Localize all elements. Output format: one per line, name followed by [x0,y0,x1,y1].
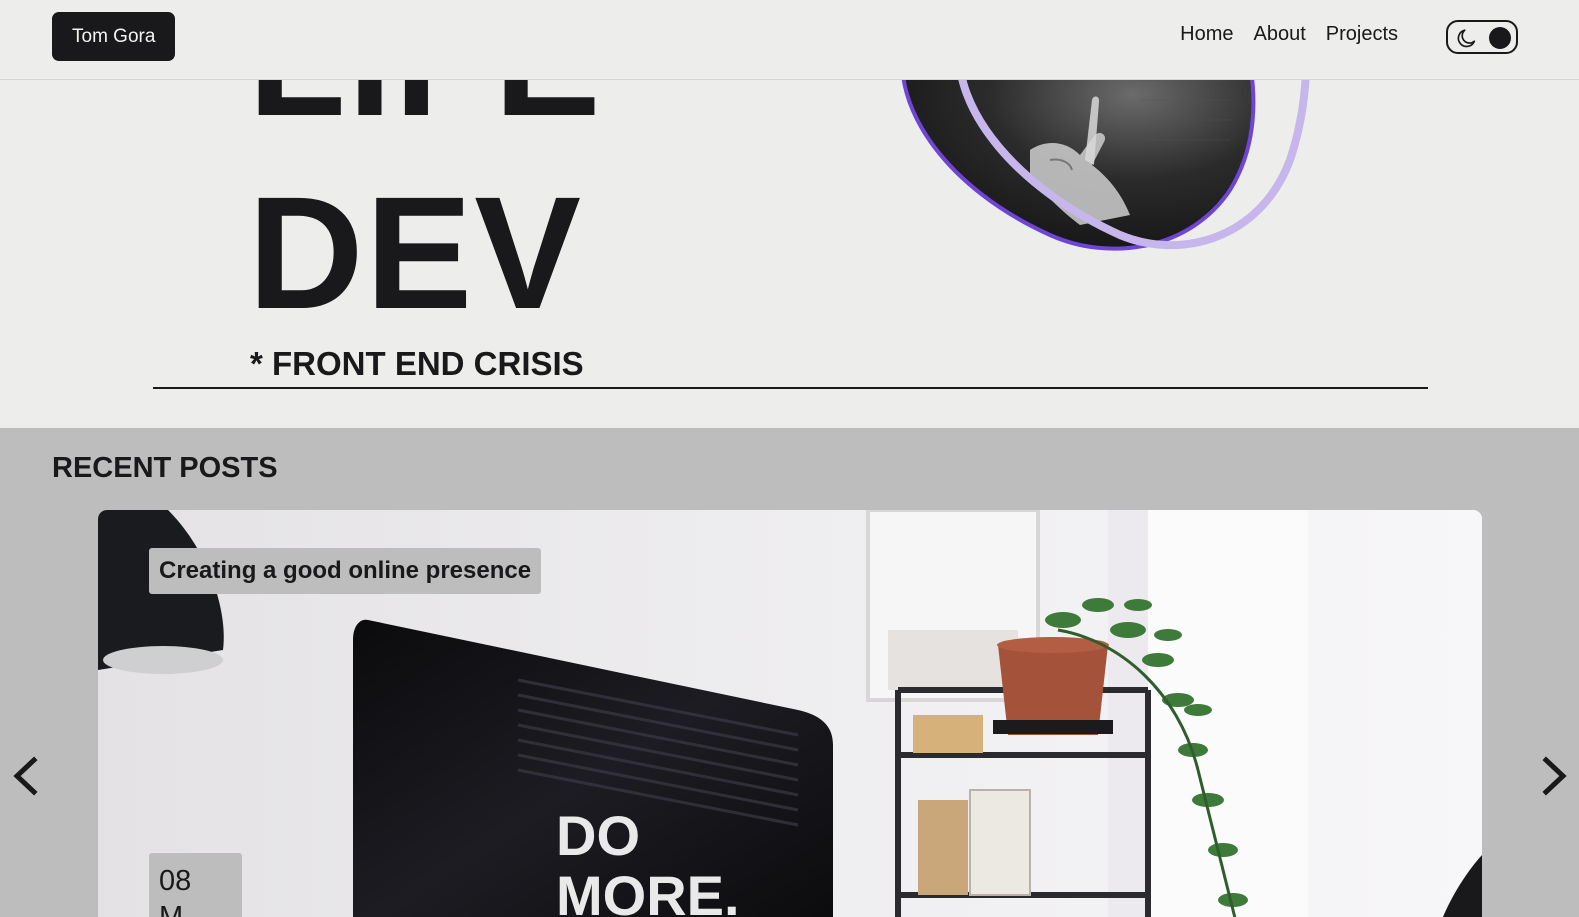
nav-about[interactable]: About [1243,20,1315,48]
post-date-month: M [159,901,184,917]
hero-divider [153,387,1428,389]
post-date-day: 08 [159,865,192,897]
nav-home[interactable]: Home [1170,20,1243,48]
chevron-right-icon[interactable] [1540,754,1570,798]
hero-subtitle: * FRONT END CRISIS [250,345,584,382]
site-header: Tom Gora Home About Projects [0,0,1579,80]
recent-posts-section: RECENT POSTS DO MORE. Creating a good on… [0,428,1579,917]
toggle-knob [1489,27,1511,49]
post-date-badge: 08 M [149,853,242,917]
brand-logo-button[interactable]: Tom Gora [52,12,176,61]
poster-text-more: MORE. [556,864,740,917]
post-title[interactable]: Creating a good online presence [149,548,542,594]
post-card[interactable]: DO MORE. Creating a good online presence… [98,510,1482,917]
main-nav: Home About Projects [1170,20,1408,48]
theme-toggle[interactable] [1446,20,1518,54]
poster-text-do: DO [556,804,640,867]
chevron-left-icon[interactable] [10,754,40,798]
moon-icon [1457,29,1476,48]
hero-heading-dev: DEV [248,163,583,342]
recent-posts-heading: RECENT POSTS [52,452,278,484]
nav-projects[interactable]: Projects [1316,20,1408,48]
